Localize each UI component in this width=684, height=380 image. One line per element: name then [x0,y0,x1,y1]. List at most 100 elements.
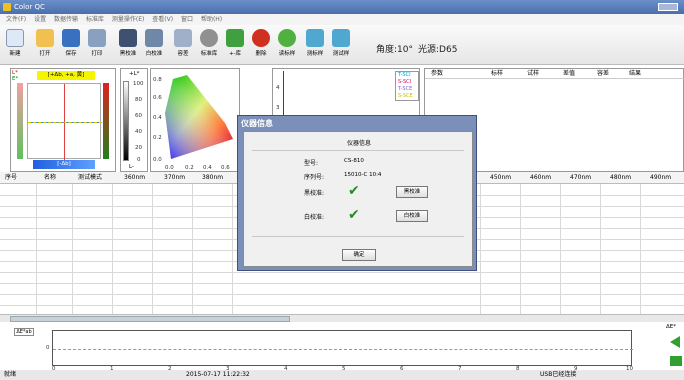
open-button[interactable]: 打开 [34,29,56,57]
serial-value: 15010-C 10:4 [344,172,382,178]
white-calibration-label: 白校准: [304,214,325,221]
col-370nm[interactable]: 370nm [164,172,185,184]
col-sample: 试样 [527,70,540,77]
lightness-bar [123,81,129,161]
model-value: CS-810 [344,158,364,164]
col-difference: 差值 [563,70,576,77]
lightness-footer: L- [129,164,134,170]
spectral-legend: T-SCI S-SCI T-SCE S-SCE [395,71,419,101]
menu-view[interactable]: 查看(V) [152,16,173,23]
menu-standard-library[interactable]: 标准库 [86,16,104,23]
spectral-ytick: 3 [276,105,280,111]
ab-chart-panel: L* E* [+Δb, +a, 黄] [-Δb] [10,68,116,172]
chromaticity-panel: 0.8 0.6 0.4 0.2 0.0 0.0 0.2 0.4 0.6 [150,68,240,172]
dialog-body: 仪器信息 型号: CS-810 序列号: 15010-C 10:4 黑校准: ✔… [243,131,473,267]
title-bar: Color QC [0,0,684,14]
col-test-mode[interactable]: 测试模式 [78,172,102,184]
delta-e-right-tag: ΔE* [666,324,676,330]
l-tick-100: 100 [133,81,144,87]
spectral-ytick: 4 [276,85,280,91]
dialog-header: 仪器信息 [346,140,371,147]
chromaticity-diagram [165,75,233,159]
chroma-xtick: 0.4 [203,165,212,171]
l-tick-40: 40 [135,129,142,135]
instrument-info-dialog: 仪器信息 仪器信息 型号: CS-810 序列号: 15010-C 10:4 黑… [237,115,477,271]
a-axis-bar-right [103,83,109,159]
ab-bottom-bar: [-Δb] [33,160,95,169]
menu-settings[interactable]: 设置 [34,16,46,23]
library-add-remove-icon [226,29,244,47]
parameter-table-header: 参数 标样 试样 差值 容差 结果 [425,69,684,79]
library-add-remove-button[interactable]: +-库 [224,29,246,57]
window-controls[interactable] [658,3,678,11]
standard-library-icon [200,29,218,47]
tolerance-button[interactable]: 容差 [172,29,194,57]
black-calibration-button[interactable]: 黑校准 [117,29,139,57]
illuminant-readout: 光源:D65 [418,45,458,55]
print-button[interactable]: 打印 [86,29,108,57]
col-380nm[interactable]: 380nm [202,172,223,184]
col-result: 结果 [629,70,642,77]
window-title: Color QC [14,3,45,11]
open-folder-icon [36,29,54,47]
col-360nm[interactable]: 360nm [124,172,145,184]
white-calibration-button[interactable]: 白校准 [143,29,165,57]
angle-readout: 角度:10° [376,45,413,55]
lightness-panel: +L* 100 80 60 40 20 0 L- [120,68,148,172]
delta-e-tag: ΔE*ab [14,328,34,336]
chroma-xtick: 0.2 [185,165,194,171]
tolerance-icon [174,29,192,47]
black-calibration-dialog-button[interactable]: 黑校准 [396,186,428,198]
menu-measure[interactable]: 测量操作(E) [112,16,144,23]
col-470nm[interactable]: 470nm [570,172,591,184]
status-time: 2015-07-17 11:22:32 [186,371,250,378]
ok-button[interactable]: 确定 [342,249,376,261]
arrow-left-icon[interactable] [670,336,680,348]
col-tolerance: 容差 [597,70,610,77]
measure-standard-icon [306,29,324,47]
nav-home-icon[interactable] [670,356,682,366]
lightness-header: +L* [129,71,140,77]
chroma-ytick: 0.0 [153,157,162,163]
chroma-xtick: 0.6 [221,165,230,171]
save-icon [62,29,80,47]
menu-window[interactable]: 窗口 [181,16,193,23]
chroma-ytick: 0.2 [153,135,162,141]
black-check-icon: ✔ [348,183,360,199]
dialog-title: 仪器信息 [241,119,273,128]
save-button[interactable]: 保存 [60,29,82,57]
ab-plot-area [27,83,102,160]
ab-legend: [+Δb, +a, 黄] [37,71,95,80]
col-index[interactable]: 序号 [5,172,17,184]
col-name[interactable]: 名称 [44,172,56,184]
col-460nm[interactable]: 460nm [530,172,551,184]
measure-standard-button[interactable]: 测标样 [304,29,326,57]
legend-t-sci: T-SCI [398,72,411,78]
black-calibration-icon [119,29,137,47]
menu-file[interactable]: 文件(F) [6,16,26,23]
a-axis-bar [17,83,23,159]
model-label: 型号: [304,160,319,167]
col-480nm[interactable]: 480nm [610,172,631,184]
menu-data-transfer[interactable]: 数据传输 [54,16,78,23]
l-tick-60: 60 [135,113,142,119]
ab-tag-e: E* [12,76,19,82]
delta-e-chart: ΔE*ab 0 0 1 2 3 4 5 6 7 8 9 10 ΔE* [0,322,684,372]
read-standard-icon [278,29,296,47]
chroma-ytick: 0.4 [153,115,162,121]
chroma-ytick: 0.8 [153,77,162,83]
new-button[interactable]: 新建 [4,29,26,57]
read-standard-button[interactable]: 读标样 [276,29,298,57]
standard-library-button[interactable]: 标准库 [198,29,220,57]
col-450nm[interactable]: 450nm [490,172,511,184]
measure-sample-icon [332,29,350,47]
delete-button[interactable]: 删除 [250,29,272,57]
horizontal-scrollbar[interactable] [0,314,684,322]
white-calibration-dialog-button[interactable]: 白校准 [396,210,428,222]
col-490nm[interactable]: 490nm [650,172,671,184]
menu-help[interactable]: 帮助(H) [201,16,222,23]
delta-e-ytick: 0 [46,345,50,351]
serial-label: 序列号: [304,174,325,181]
measure-sample-button[interactable]: 测试样 [330,29,352,57]
menu-bar: 文件(F) 设置 数据传输 标准库 测量操作(E) 查看(V) 窗口 帮助(H) [0,14,684,25]
